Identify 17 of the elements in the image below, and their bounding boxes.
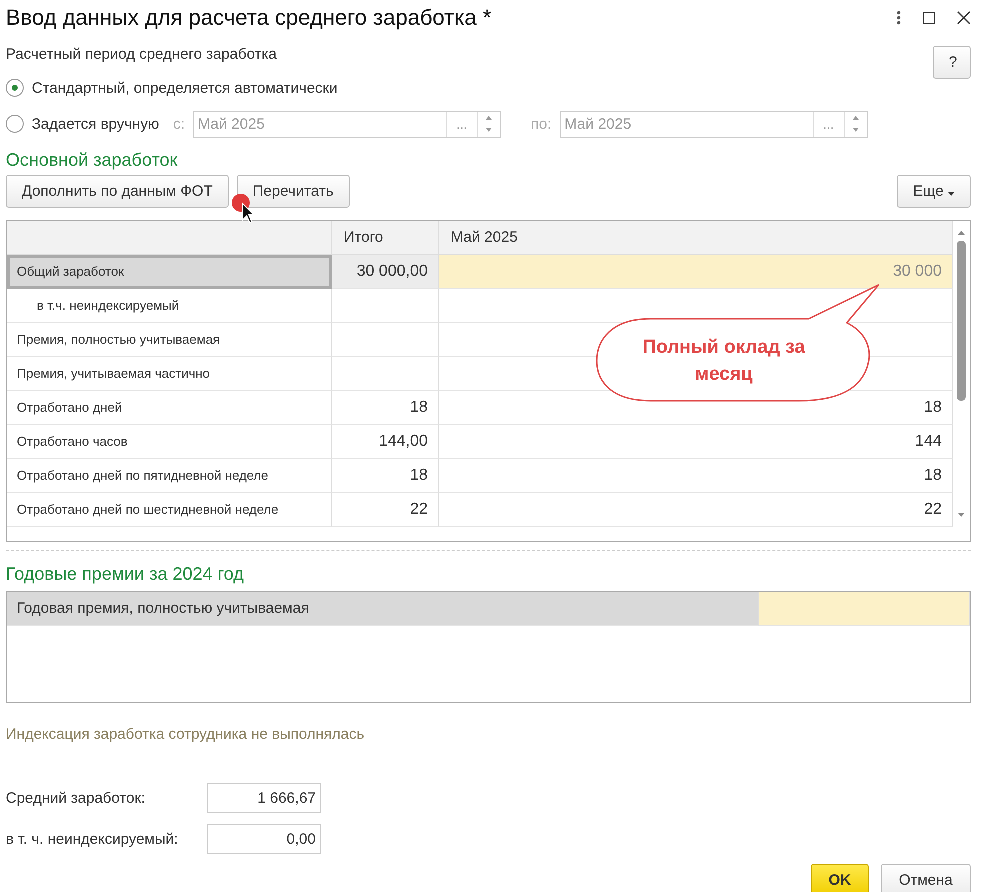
total-cell: 30 000,00 xyxy=(332,255,439,289)
total-cell: 144,00 xyxy=(332,425,439,459)
window-title: Ввод данных для расчета среднего заработка * xyxy=(6,5,493,31)
section-title: Годовые премии за 2024 год xyxy=(6,564,244,584)
field-label: с: xyxy=(173,116,185,132)
total-cell: 18 xyxy=(332,391,439,425)
total-label: Средний заработок: xyxy=(6,790,146,806)
column-header: Итого xyxy=(332,221,439,255)
total-cell: 18 xyxy=(332,459,439,493)
indexation-note: Индексация заработка сотрудника не выполнялась xyxy=(6,726,365,742)
column-header: Май 2025 xyxy=(439,221,953,255)
total-label: в т. ч. неиндексируемый: xyxy=(6,830,180,848)
field-label: по: xyxy=(531,116,552,132)
callout-text: Полный оклад за месяц xyxy=(642,336,806,387)
section-title: Основной заработок xyxy=(6,150,178,170)
period-label: Расчетный период среднего заработка xyxy=(6,46,277,62)
total-cell: 22 xyxy=(332,493,439,527)
